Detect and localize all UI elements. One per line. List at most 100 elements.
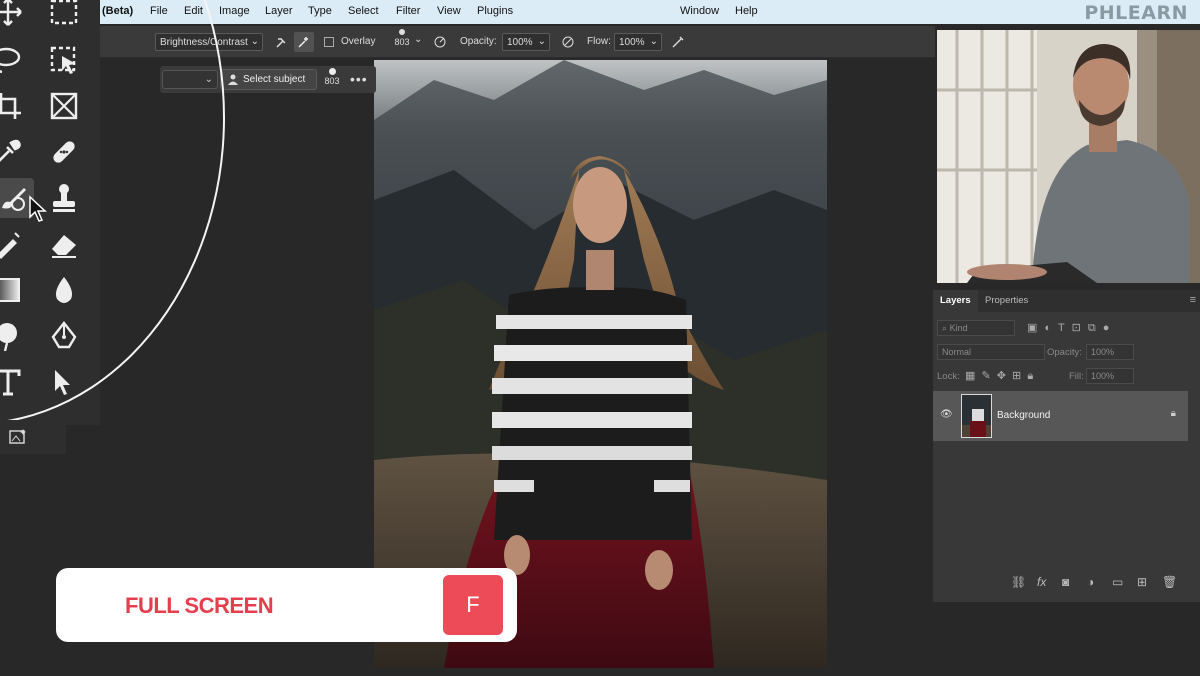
brush-mode-icon[interactable] (272, 32, 292, 52)
clone-stamp-icon[interactable] (44, 178, 84, 218)
search-icon: ⌕ (942, 323, 948, 333)
menu-window[interactable]: Window (680, 5, 719, 17)
panel-menu-icon[interactable]: ≡ (1190, 294, 1196, 306)
dodge-icon[interactable] (0, 316, 28, 356)
brush-settings-icon[interactable] (430, 32, 450, 52)
adjustment-layer-icon[interactable]: ◑ (1087, 575, 1094, 589)
brush-add-icon[interactable] (294, 32, 314, 52)
type-filter-icon[interactable]: T (1058, 322, 1065, 334)
context-brush-size-value: 803 (324, 76, 340, 86)
tab-layers[interactable]: Layers (933, 290, 978, 312)
layer-thumbnail (961, 394, 992, 438)
object-selection-icon[interactable] (44, 40, 84, 80)
lock-all-icon[interactable]: 🔒︎ (1027, 370, 1033, 382)
menu-edit[interactable]: Edit (184, 5, 203, 17)
eye-icon[interactable]: 👁︎ (940, 409, 953, 420)
gradient-icon[interactable] (0, 270, 28, 310)
blur-icon[interactable] (44, 270, 84, 310)
type-icon[interactable] (0, 362, 28, 402)
menu-help[interactable]: Help (735, 5, 758, 17)
frame-icon[interactable] (44, 86, 84, 126)
brush-size-value: 803 (394, 37, 410, 47)
tools-panel-lower (0, 420, 66, 454)
filter-kind-dropdown[interactable]: ⌕ Kind (937, 320, 1015, 336)
history-brush-icon[interactable] (0, 224, 28, 264)
context-brush-size[interactable]: 803 (320, 68, 344, 86)
lock-transparency-icon[interactable]: ▦ (965, 370, 975, 382)
adjustment-filter-icon[interactable]: ◐ (1044, 322, 1051, 334)
webcam-video (937, 30, 1200, 283)
layer-opacity-field[interactable]: 100% (1086, 344, 1134, 360)
menu-plugins[interactable]: Plugins (477, 5, 513, 17)
fill-field[interactable]: 100% (1086, 368, 1134, 384)
lock-icons: ▦ ✎ ✥ ⊞ 🔒︎ (965, 369, 1033, 383)
contextual-task-bar: ⌄ Select subject 803 ••• (160, 66, 376, 93)
menu-image[interactable]: Image (219, 5, 250, 17)
crop-icon[interactable] (0, 86, 28, 126)
presenter-video (937, 30, 1200, 283)
airbrush-icon[interactable] (668, 32, 688, 52)
layers-panel: Layers Properties ≡ ⌕ Kind ▣ ◐ T ⊡ ⧉ ● N… (933, 289, 1200, 602)
shortcut-key: F (443, 575, 503, 635)
generative-fill-icon[interactable] (0, 417, 38, 457)
more-horizontal-icon[interactable]: ••• (350, 71, 368, 87)
marquee-icon[interactable] (44, 0, 84, 32)
filter-toggle-icon[interactable]: ● (1103, 322, 1110, 334)
eyedropper-icon[interactable] (0, 132, 28, 172)
menu-type[interactable]: Type (308, 5, 332, 17)
opacity-value: 100% (507, 37, 533, 48)
menu-file[interactable]: File (150, 5, 168, 17)
select-subject-button[interactable]: Select subject (220, 69, 317, 90)
lock-position-icon[interactable]: ✥ (997, 370, 1006, 382)
move-icon[interactable] (0, 0, 28, 32)
shortcut-overlay-card: FULL SCREEN F (56, 568, 517, 642)
brush-preset-picker[interactable]: 803 (392, 29, 412, 47)
phlearn-logo: PHLEARN (1084, 2, 1188, 24)
opacity-label: Opacity: (460, 36, 497, 47)
blend-mode-dropdown[interactable]: Normal (937, 344, 1045, 360)
layer-row[interactable]: 👁︎ Background 🔒︎ (933, 391, 1188, 441)
layers-panel-tabs: Layers Properties ≡ (933, 290, 1200, 312)
mask-icon[interactable]: ◙ (1062, 575, 1069, 589)
lasso-icon[interactable] (0, 40, 26, 80)
fx-icon[interactable]: fx (1037, 575, 1046, 589)
menu-layer[interactable]: Layer (265, 5, 293, 17)
shape-filter-icon[interactable]: ⊡ (1072, 322, 1081, 334)
path-selection-icon[interactable] (44, 362, 84, 402)
layer-opacity-value: 100% (1091, 347, 1115, 357)
image-filter-icon[interactable]: ▣ (1027, 322, 1037, 334)
chevron-down-icon[interactable]: ⌄ (414, 34, 422, 45)
lock-icon: 🔒︎ (1170, 408, 1176, 419)
menu-view[interactable]: View (437, 5, 461, 17)
menu-select[interactable]: Select (348, 5, 379, 17)
layer-name: Background (997, 410, 1051, 421)
overlay-checkbox[interactable] (324, 37, 334, 47)
flow-value: 100% (619, 37, 645, 48)
layer-opacity-label: Opacity: (1047, 347, 1082, 358)
lock-artboard-icon[interactable]: ⊞ (1012, 370, 1021, 382)
trash-icon[interactable]: 🗑︎ (1162, 575, 1177, 589)
adjustment-dropdown[interactable]: Brightness/Contrast ⌄ (155, 33, 263, 51)
healing-brush-icon[interactable] (44, 132, 84, 172)
fill-value: 100% (1091, 371, 1115, 381)
menu-filter[interactable]: Filter (396, 5, 420, 17)
eraser-icon[interactable] (44, 224, 84, 264)
tab-properties[interactable]: Properties (978, 290, 1035, 312)
brush-tip-icon (328, 68, 336, 75)
context-dropdown[interactable]: ⌄ (162, 70, 218, 89)
new-layer-icon[interactable]: ⊞ (1137, 575, 1147, 589)
adjustment-dropdown-value: Brightness/Contrast (160, 37, 248, 48)
link-icon[interactable]: ⛓︎ (1011, 575, 1026, 589)
options-bar: Brightness/Contrast ⌄ Overlay 803 ⌄ Opac… (0, 26, 935, 58)
folder-icon[interactable]: ▭ (1112, 575, 1123, 589)
tools-panel (0, 0, 225, 425)
flow-field[interactable]: 100% ⌄ (614, 33, 662, 51)
smart-object-filter-icon[interactable]: ⧉ (1088, 322, 1096, 334)
pen-icon[interactable] (44, 316, 84, 356)
select-subject-label: Select subject (243, 74, 306, 85)
pressure-opacity-icon[interactable] (558, 32, 578, 52)
opacity-field[interactable]: 100% ⌄ (502, 33, 550, 51)
lock-pixels-icon[interactable]: ✎ (981, 370, 990, 382)
chevron-down-icon: ⌄ (250, 36, 259, 47)
blend-mode-value: Normal (942, 347, 972, 357)
